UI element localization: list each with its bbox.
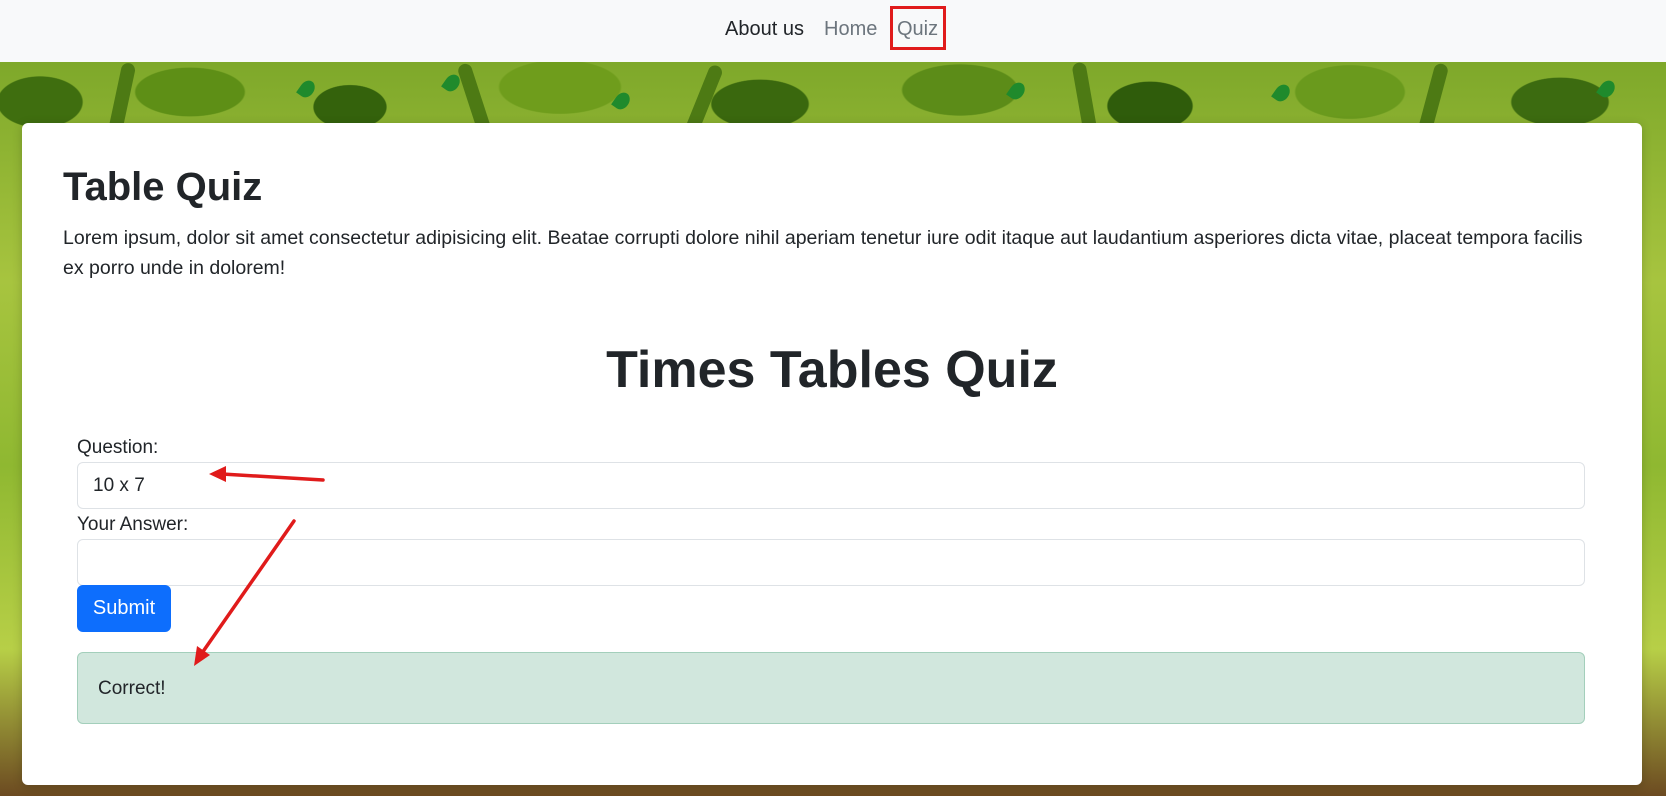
question-field[interactable] <box>77 462 1585 509</box>
nav-about-us-link[interactable]: About us <box>725 17 804 41</box>
leaf-decoration <box>611 89 633 113</box>
nav-home-link[interactable]: Home <box>824 17 877 41</box>
answer-input[interactable] <box>77 539 1585 586</box>
quiz-card: Table Quiz Lorem ipsum, dolor sit amet c… <box>22 123 1642 785</box>
intro-paragraph: Lorem ipsum, dolor sit amet consectetur … <box>63 227 1583 279</box>
leaf-decoration <box>1271 81 1293 105</box>
leaf-decoration <box>296 77 318 101</box>
leaf-decoration <box>1006 79 1028 103</box>
result-message: Correct! <box>98 678 166 699</box>
top-navbar: About us Home Quiz <box>0 0 1666 62</box>
question-label: Question: <box>77 437 159 458</box>
quiz-heading: Times Tables Quiz <box>606 341 1058 399</box>
nav-quiz-link[interactable]: Quiz <box>897 17 938 41</box>
result-alert: Correct! <box>77 652 1585 724</box>
answer-label: Your Answer: <box>77 514 189 535</box>
page-title: Table Quiz <box>63 165 263 209</box>
leaf-decoration <box>1596 77 1618 101</box>
submit-button[interactable]: Submit <box>77 585 171 632</box>
